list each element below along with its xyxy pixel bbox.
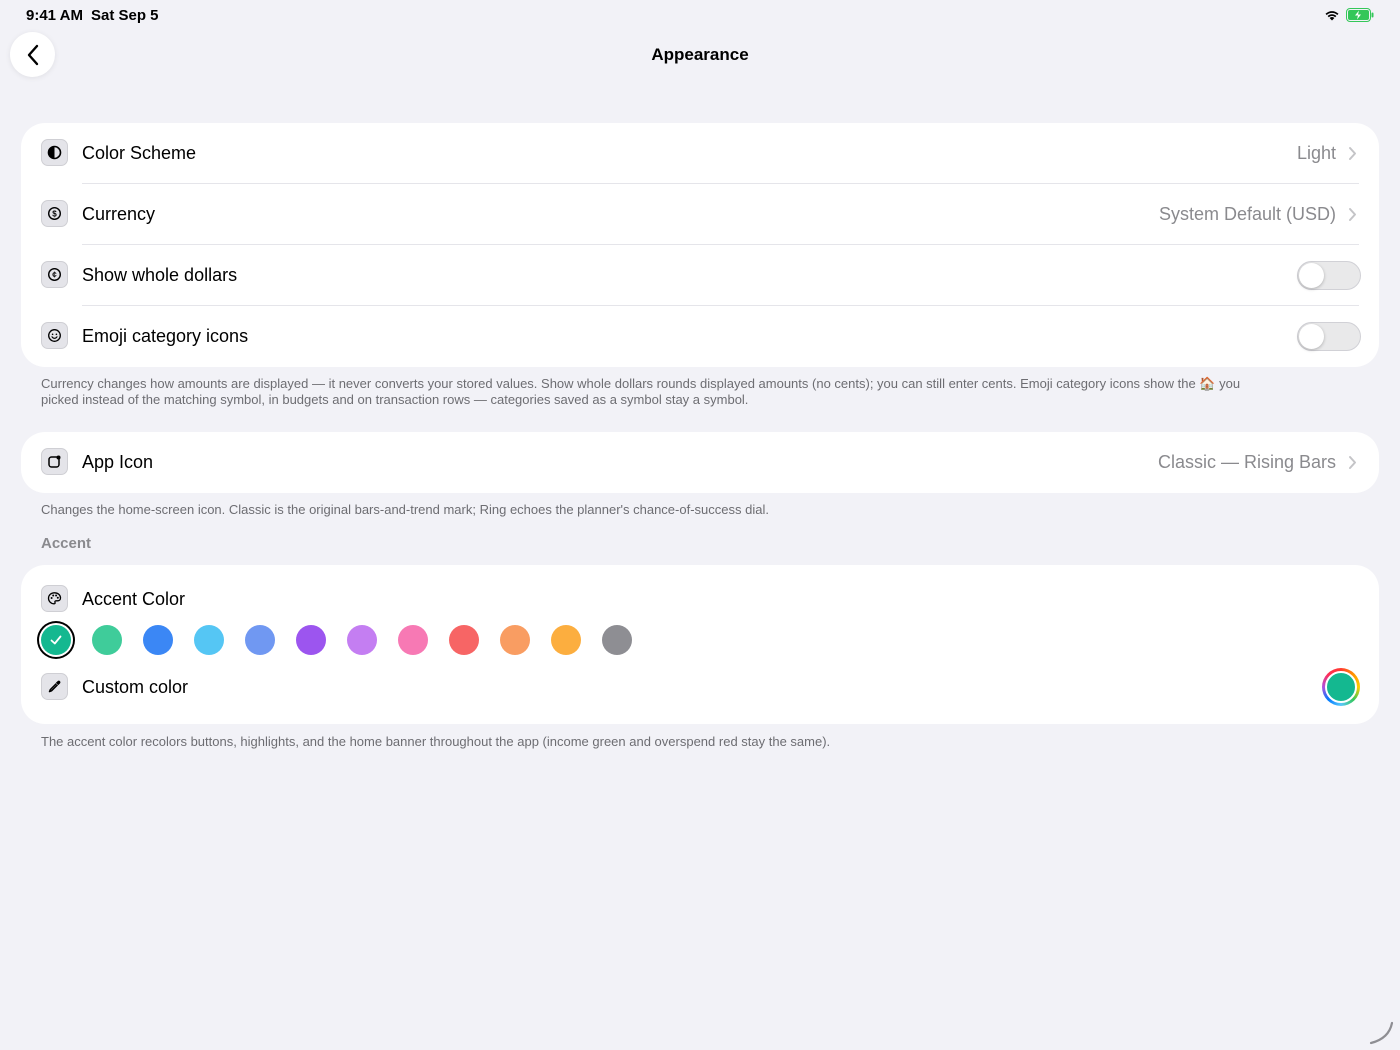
show-whole-dollars-toggle[interactable] — [1297, 261, 1361, 290]
battery-charging-icon — [1346, 8, 1374, 22]
home-indicator-icon — [1369, 1021, 1394, 1045]
status-time: 9:41 AM Sat Sep 5 — [26, 7, 167, 24]
app-icon-label: App Icon — [82, 452, 154, 472]
show-whole-dollars-row: ¢ Show whole dollars — [21, 245, 1379, 306]
currency-label: Currency — [82, 204, 156, 224]
swatch-orange[interactable] — [500, 625, 530, 655]
color-scheme-value: Light — [1296, 143, 1336, 163]
dollar-circle-icon: $ — [41, 200, 68, 227]
toggle-knob — [1299, 324, 1324, 349]
status-bar: 9:41 AM Sat Sep 5 — [0, 0, 1400, 32]
house-emoji: 🏠 — [1199, 376, 1216, 391]
chevron-right-icon — [1349, 456, 1356, 469]
toggle-knob — [1299, 263, 1324, 288]
custom-color-label: Custom color — [82, 677, 189, 697]
cents-circle-icon: ¢ — [41, 261, 68, 288]
emoji-category-icons-row: Emoji category icons — [21, 306, 1379, 367]
swatch-teal[interactable] — [41, 625, 71, 655]
swatch-lavender[interactable] — [347, 625, 377, 655]
swatch-sky[interactable] — [194, 625, 224, 655]
svg-text:$: $ — [52, 210, 57, 219]
display-settings-footer: Currency changes how amounts are display… — [41, 376, 1341, 408]
wifi-icon — [1325, 11, 1339, 21]
custom-color-row[interactable]: Custom color — [21, 657, 1379, 718]
footer-line-1: Currency changes how amounts are display… — [41, 376, 1341, 392]
currency-value: System Default (USD) — [1158, 204, 1336, 224]
emoji-category-icons-label: Emoji category icons — [82, 326, 249, 346]
chevron-right-icon — [1349, 147, 1356, 160]
swatch-pink[interactable] — [398, 625, 428, 655]
custom-color-well[interactable] — [1322, 668, 1360, 706]
page-title: Appearance — [651, 45, 749, 64]
accent-color-label: Accent Color — [82, 589, 186, 609]
footer-text: Currency changes how amounts are display… — [41, 376, 1196, 391]
swatch-amber[interactable] — [551, 625, 581, 655]
status-date: Sat Sep 5 — [90, 7, 159, 24]
app-icon-value: Classic — Rising Bars — [1157, 452, 1336, 472]
swatch-blue[interactable] — [143, 625, 173, 655]
palette-icon — [41, 585, 68, 612]
status-icons — [1324, 8, 1374, 22]
accent-group: Accent Color Custom color — [21, 565, 1379, 724]
show-whole-dollars-label: Show whole dollars — [82, 265, 238, 285]
half-circle-icon — [41, 139, 68, 166]
swatch-purple[interactable] — [296, 625, 326, 655]
smiley-icon — [41, 322, 68, 349]
status-clock: 9:41 AM — [26, 7, 83, 24]
custom-color-preview — [1325, 671, 1357, 703]
app-icon-footer: Changes the home-screen icon. Classic is… — [41, 502, 769, 517]
app-icon-group: App Icon Classic — Rising Bars — [21, 432, 1379, 493]
currency-row[interactable]: $ Currency System Default (USD) — [21, 184, 1379, 245]
chevron-right-icon — [1349, 208, 1356, 221]
app-icon-icon — [41, 448, 68, 475]
app-icon-row[interactable]: App Icon Classic — Rising Bars — [21, 432, 1379, 493]
emoji-category-icons-toggle[interactable] — [1297, 322, 1361, 351]
swatch-red[interactable] — [449, 625, 479, 655]
accent-section-header: Accent — [41, 535, 92, 552]
footer-text-end: you — [1219, 376, 1241, 391]
swatch-periwinkle[interactable] — [245, 625, 275, 655]
accent-color-row: Accent Color — [21, 565, 1379, 631]
accent-footer: The accent color recolors buttons, highl… — [41, 734, 831, 749]
checkmark-icon — [50, 635, 62, 645]
color-scheme-label: Color Scheme — [82, 143, 197, 163]
footer-line-2: picked instead of the matching symbol, i… — [41, 392, 749, 407]
color-scheme-row[interactable]: Color Scheme Light — [21, 123, 1379, 184]
svg-text:¢: ¢ — [52, 271, 57, 280]
accent-swatches — [41, 625, 632, 655]
eyedropper-icon — [41, 673, 68, 700]
swatch-gray[interactable] — [602, 625, 632, 655]
swatch-green[interactable] — [92, 625, 122, 655]
display-settings-group: Color Scheme Light $ Currency System Def… — [21, 123, 1379, 367]
